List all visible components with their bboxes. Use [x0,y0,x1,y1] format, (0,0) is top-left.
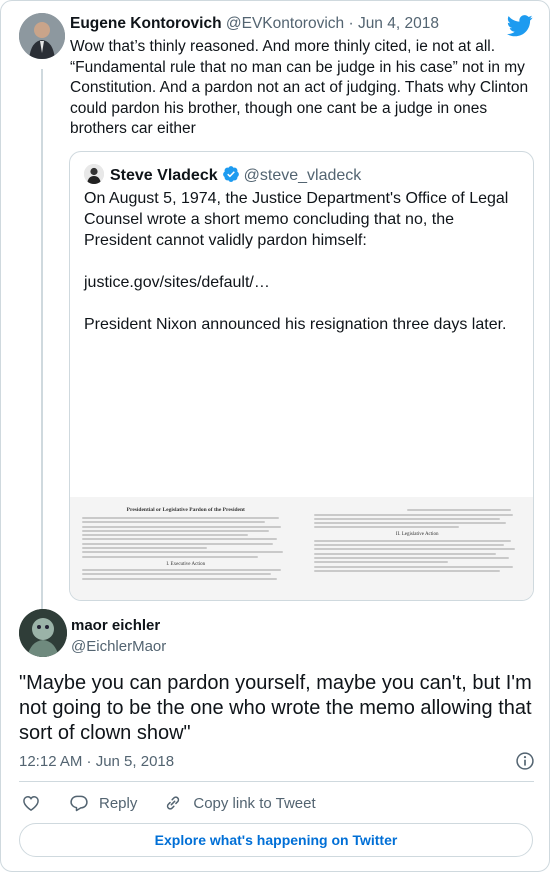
quoted-tweet-text: On August 5, 1974, the Justice Departmen… [84,188,524,356]
author-handle[interactable]: @EichlerMaor [71,638,166,656]
memo-subhead: I. Executive Action [166,561,206,567]
thread-line [41,69,43,619]
tweet-embed-card: Eugene Kontorovich @EVKontorovich · Jun … [0,0,550,872]
tweet-date[interactable]: Jun 4, 2018 [358,15,439,32]
memo-page-left: Presidential or Legislative Pardon of th… [70,497,302,600]
quote-paragraph: On August 5, 1974, the Justice Departmen… [84,190,509,249]
reply-bubble-icon [70,795,88,812]
avatar[interactable] [84,164,104,184]
author-name[interactable]: Steve Vladeck [110,167,218,184]
author-handle[interactable]: @steve_vladeck [244,167,362,184]
copy-link-button[interactable]: Copy link to Tweet [163,793,316,813]
link-icon [167,796,180,810]
twitter-bird-icon[interactable] [507,15,533,37]
parent-tweet-text: Wow that’s thinly reasoned. And more thi… [70,38,529,137]
memo-title: Presidential or Legislative Pardon of th… [126,507,245,513]
tweet-timestamp[interactable]: 12:12 AM · Jun 5, 2018 [19,753,174,771]
heart-icon [23,795,39,811]
author-name[interactable]: maor eichler [71,617,160,635]
parent-tweet-header: Eugene Kontorovich @EVKontorovich · Jun … [70,13,538,35]
copy-link-label: Copy link to Tweet [193,794,316,812]
meta-separator: · [344,15,358,32]
divider [19,781,534,782]
memo-image[interactable]: Presidential or Legislative Pardon of th… [70,497,534,600]
explore-twitter-button[interactable]: Explore what's happening on Twitter [19,823,533,857]
author-handle[interactable]: @EVKontorovich [226,15,344,32]
quoted-tweet[interactable]: Steve Vladeck @steve_vladeck On August 5,… [69,151,534,601]
quote-link[interactable]: justice.gov/sites/default/… [84,272,524,293]
memo-page-right: II. Legislative Action [302,497,534,600]
reply-label: Reply [99,794,138,812]
author-name[interactable]: Eugene Kontorovich [70,15,222,32]
avatar[interactable] [19,609,67,657]
verified-badge-icon [222,166,239,182]
info-icon[interactable] [515,751,535,771]
like-button[interactable] [21,793,41,813]
main-tweet-text: "Maybe you can pardon yourself, maybe yo… [19,672,532,744]
avatar[interactable] [19,13,65,59]
action-bar: Reply Copy link to Tweet [21,793,342,813]
quote-paragraph: President Nixon announced his resignatio… [84,316,507,333]
reply-button[interactable]: Reply [69,793,137,813]
memo-subhead: II. Legislative Action [395,532,439,538]
quoted-tweet-header: Steve Vladeck @steve_vladeck [84,164,361,186]
